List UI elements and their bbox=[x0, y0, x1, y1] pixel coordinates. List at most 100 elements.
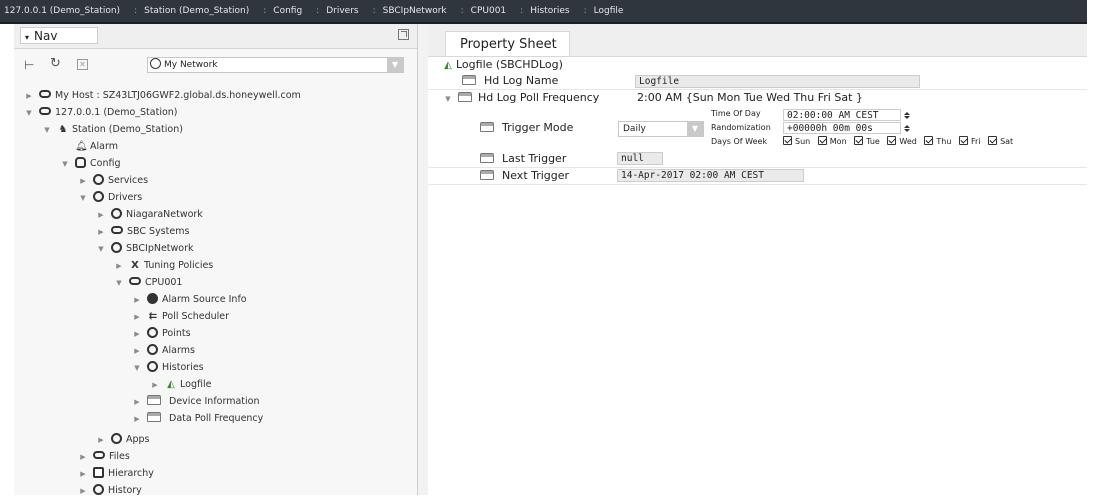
tree-node-my-host[interactable]: ▶ My Host : SZ43LTJ06GWF2.global.ds.honey… bbox=[24, 87, 301, 104]
tree-node-histories[interactable]: ▼ Histories bbox=[132, 359, 204, 376]
tree-node-poll-scheduler[interactable]: ▶ ⇇ Poll Scheduler bbox=[132, 308, 229, 325]
property-icon bbox=[480, 153, 494, 163]
checkbox-fri[interactable] bbox=[958, 136, 968, 145]
collapse-icon[interactable]: ▼ bbox=[78, 190, 88, 207]
collapse-icon[interactable]: ▼ bbox=[60, 156, 70, 173]
collapse-icon[interactable]: ▼ bbox=[42, 122, 52, 139]
trigger-mode-dropdown[interactable]: Daily ▼ bbox=[618, 121, 704, 137]
expand-icon[interactable]: ▶ bbox=[132, 394, 142, 411]
tree-node-niagaranetwork[interactable]: ▶ NiagaraNetwork bbox=[96, 206, 203, 223]
expand-icon[interactable]: ▶ bbox=[78, 449, 88, 466]
checkbox-sat[interactable] bbox=[988, 136, 998, 145]
expand-icon[interactable]: ▶ bbox=[150, 377, 160, 394]
expand-icon[interactable]: ▶ bbox=[96, 207, 106, 224]
tree-node-label: Drivers bbox=[108, 192, 143, 203]
chevron-down-icon[interactable]: ▼ bbox=[687, 122, 703, 136]
poll-frequency-summary: 2:00 AM {Sun Mon Tue Wed Thu Fri Sat } bbox=[637, 91, 863, 104]
day-label: Mon bbox=[829, 137, 847, 146]
tree-node-label: Hierarchy bbox=[108, 468, 154, 479]
breadcrumb-item-localhost[interactable]: 127.0.0.1 (Demo_Station) bbox=[0, 6, 130, 16]
time-of-day-field[interactable]: 02:00:00 AM CEST bbox=[783, 109, 901, 121]
day-label: Fri bbox=[970, 137, 981, 146]
tree-node-alarms[interactable]: ▶ Alarms bbox=[132, 342, 195, 359]
tree-node-label: Poll Scheduler bbox=[162, 311, 230, 322]
expand-icon[interactable]: ▶ bbox=[114, 258, 124, 275]
day-label: Sun bbox=[795, 137, 811, 146]
tree-node-logfile[interactable]: ▶ ◭ Logfile bbox=[150, 376, 211, 393]
checkbox-sun[interactable] bbox=[783, 136, 792, 145]
config-icon bbox=[75, 157, 86, 168]
breadcrumb-item-sbcipnetwork[interactable]: SBCIpNetwork bbox=[369, 6, 457, 16]
tree-node-label: Points bbox=[162, 328, 191, 339]
maximize-icon[interactable] bbox=[398, 29, 409, 40]
tree-node-alarm[interactable]: 🔔︎ Alarm bbox=[75, 138, 118, 155]
expand-icon[interactable]: ▶ bbox=[78, 483, 88, 500]
tree-node-data-poll-frequency[interactable]: ▶ Data Poll Frequency bbox=[132, 410, 263, 427]
tree-node-cpu001[interactable]: ▼ CPU001 bbox=[114, 274, 182, 291]
close-icon[interactable]: ✕ bbox=[77, 59, 88, 70]
expand-icon[interactable]: ▶ bbox=[132, 309, 142, 326]
randomization-field[interactable]: +00000h 00m 00s bbox=[783, 122, 901, 134]
tree-node-points[interactable]: ▶ Points bbox=[132, 325, 191, 342]
services-icon bbox=[93, 174, 104, 185]
property-icon bbox=[458, 92, 472, 102]
checkbox-tue[interactable] bbox=[854, 136, 864, 145]
breadcrumb-item-config[interactable]: Config bbox=[259, 6, 312, 16]
property-root-row[interactable]: ◭ Logfile (SBCHDLog) bbox=[428, 57, 1087, 73]
network-dropdown[interactable]: My Network ▼ bbox=[147, 57, 404, 73]
collapse-icon[interactable]: ▼ bbox=[96, 241, 106, 258]
tab-property-sheet[interactable]: Property Sheet bbox=[445, 31, 570, 56]
property-sheet-panel: Property Sheet ◭ Logfile (SBCHDLog) Hd Lo… bbox=[428, 24, 1087, 495]
collapse-icon[interactable]: ▼ bbox=[443, 91, 453, 107]
logfile-icon: ◭ bbox=[444, 60, 452, 71]
breadcrumb-item-logfile[interactable]: Logfile bbox=[580, 6, 634, 16]
tree-node-alarm-source-info[interactable]: ▶ Alarm Source Info bbox=[132, 291, 247, 308]
days-of-week-label: Days Of Week bbox=[711, 137, 768, 146]
tree-node-files[interactable]: ▶ Files bbox=[78, 448, 130, 465]
expand-icon[interactable]: ▶ bbox=[96, 432, 106, 449]
tree-node-localhost[interactable]: ▼ 127.0.0.1 (Demo_Station) bbox=[24, 104, 178, 121]
tree-node-apps[interactable]: ▶ Apps bbox=[96, 431, 150, 448]
tree-node-station[interactable]: ▼ ♞ Station (Demo_Station) bbox=[42, 121, 183, 138]
tree-node-services[interactable]: ▶ Services bbox=[78, 172, 148, 189]
collapse-icon[interactable]: ▼ bbox=[114, 275, 124, 292]
tree-node-config[interactable]: ▼ Config bbox=[60, 155, 120, 172]
tree-node-label: History bbox=[108, 485, 142, 496]
tree-node-history[interactable]: ▶ History bbox=[78, 482, 142, 499]
expand-icon[interactable]: ▶ bbox=[132, 326, 142, 343]
breadcrumb-item-cpu001[interactable]: CPU001 bbox=[457, 6, 517, 16]
next-trigger-field: 14-Apr-2017 02:00 AM CEST bbox=[617, 169, 804, 182]
breadcrumb-item-histories[interactable]: Histories bbox=[516, 6, 579, 16]
nav-header: ▾ Nav bbox=[14, 24, 417, 49]
tree-node-sbc-systems[interactable]: ▶ SBC Systems bbox=[96, 223, 189, 240]
logfile-icon: ◭ bbox=[167, 379, 175, 390]
expand-icon[interactable]: ▶ bbox=[78, 173, 88, 190]
tree-node-tuning-policies[interactable]: ▶ X Tuning Policies bbox=[114, 257, 213, 274]
tree-node-hierarchy[interactable]: ▶ Hierarchy bbox=[78, 465, 154, 482]
log-name-field[interactable]: Logfile bbox=[635, 75, 920, 88]
collapse-icon[interactable]: ▼ bbox=[132, 360, 142, 377]
collapse-icon[interactable]: ▼ bbox=[24, 105, 34, 122]
tree-node-device-information[interactable]: ▶ Device Information bbox=[132, 393, 260, 410]
property-label: Trigger Mode bbox=[502, 121, 574, 134]
expand-icon[interactable]: ▶ bbox=[96, 224, 106, 241]
chevron-down-icon[interactable]: ▼ bbox=[387, 58, 403, 72]
tree-node-label: Files bbox=[109, 451, 130, 462]
breadcrumb-item-drivers[interactable]: Drivers bbox=[312, 6, 368, 16]
nav-title-dropdown[interactable]: ▾ Nav bbox=[20, 27, 98, 44]
expand-icon[interactable]: ▶ bbox=[24, 88, 34, 105]
expand-icon[interactable]: ▶ bbox=[132, 343, 142, 360]
expand-icon[interactable]: ▶ bbox=[132, 292, 142, 309]
tree-node-sbcipnetwork[interactable]: ▼ SBCIpNetwork bbox=[96, 240, 194, 257]
tree-node-drivers[interactable]: ▼ Drivers bbox=[78, 189, 142, 206]
refresh-icon[interactable]: ↻ bbox=[50, 56, 61, 71]
station-icon: ♞ bbox=[58, 124, 68, 135]
property-row-poll-frequency[interactable]: ▼ Hd Log Poll Frequency 2:00 AM {Sun Mon … bbox=[428, 90, 1087, 106]
tree-root-icon[interactable]: ⊢ bbox=[24, 58, 34, 72]
checkbox-thu[interactable] bbox=[924, 136, 934, 145]
breadcrumb-item-station[interactable]: Station (Demo_Station) bbox=[130, 6, 259, 16]
expand-icon[interactable]: ▶ bbox=[132, 411, 142, 428]
expand-icon[interactable]: ▶ bbox=[78, 466, 88, 483]
checkbox-mon[interactable] bbox=[817, 136, 827, 145]
checkbox-wed[interactable] bbox=[887, 136, 897, 145]
